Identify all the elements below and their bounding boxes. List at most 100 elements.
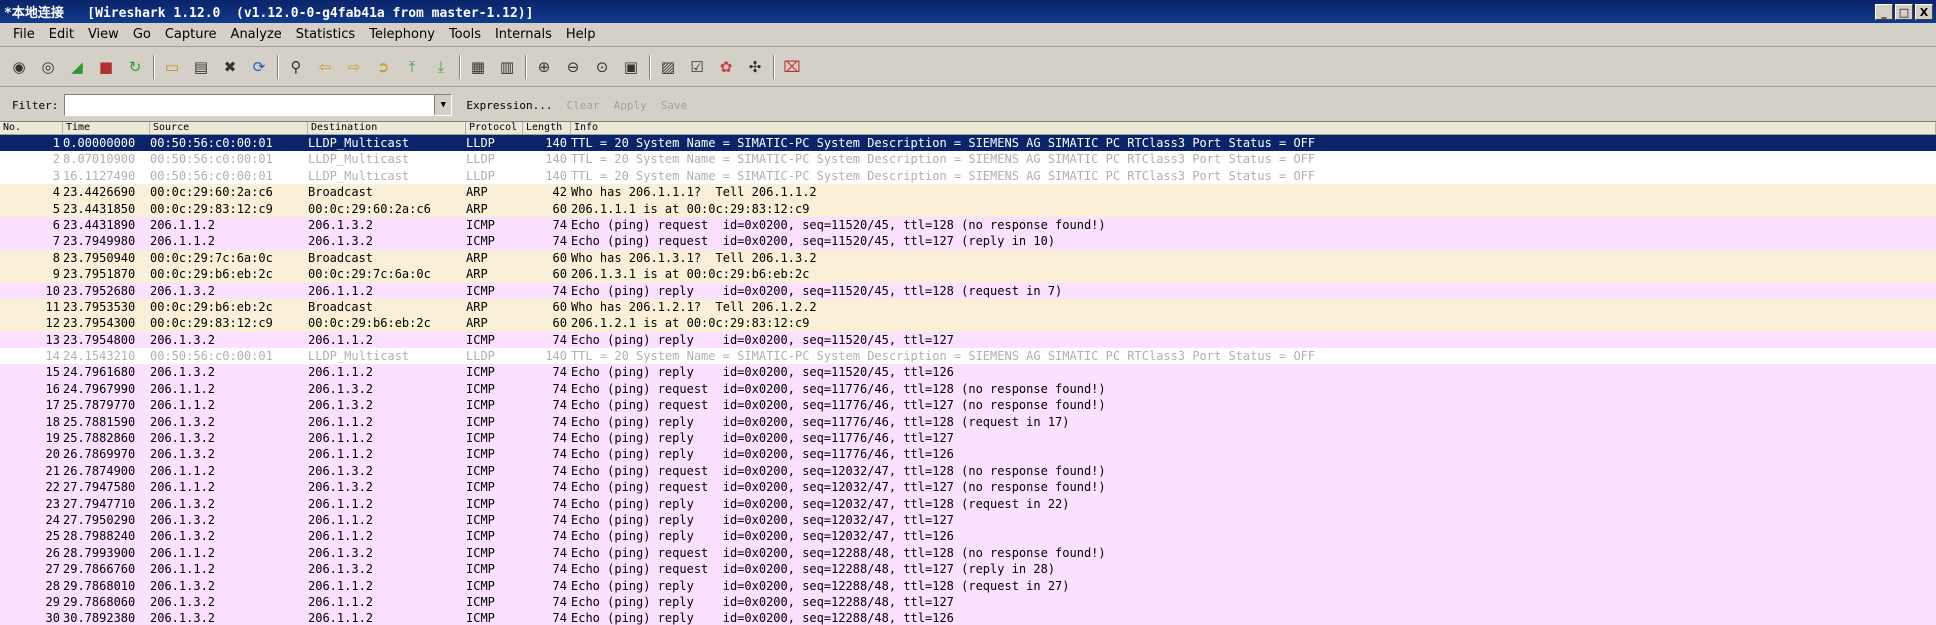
column-header-length[interactable]: Length [523, 122, 571, 134]
table-row[interactable]: 20 26.7869970 206.1.3.2 206.1.1.2 ICMP 74 Echo… [0, 446, 1936, 463]
colorize-icon[interactable]: ▦ [467, 56, 489, 78]
maximize-button[interactable]: □ [1895, 3, 1913, 20]
cell-time: 26.7869970 [63, 447, 136, 462]
table-row[interactable]: 26 28.7993900 206.1.1.2 206.1.3.2 ICMP 74 Echo… [0, 544, 1936, 562]
menu-internals[interactable]: Internals [488, 27, 559, 42]
menu-view[interactable]: View [81, 27, 126, 42]
autoscroll-icon[interactable]: ▥ [496, 56, 518, 78]
menu-statistics[interactable]: Statistics [289, 27, 362, 42]
save-filter-button[interactable]: Save [661, 99, 688, 112]
menu-edit[interactable]: Edit [42, 27, 81, 42]
table-row[interactable]: 28 29.7868010 206.1.3.2 206.1.1.2 ICMP 74 Echo… [0, 577, 1936, 594]
zoom-out-icon[interactable]: ⊖ [562, 56, 584, 78]
find-icon[interactable]: ⚲ [285, 56, 307, 78]
minimize-button[interactable]: _ [1875, 3, 1893, 20]
cell-time: 29.7866760 [63, 562, 136, 577]
table-row[interactable]: 16 24.7967990 206.1.1.2 206.1.3.2 ICMP 74 Echo… [0, 380, 1936, 398]
close-file-icon[interactable]: ✖ [219, 56, 241, 78]
cell-no: 15 [45, 365, 60, 380]
coloring-rules-icon[interactable]: ✿ [715, 56, 737, 78]
help-icon[interactable]: ⌧ [781, 56, 803, 78]
first-packet-icon[interactable]: ⤒ [401, 56, 423, 78]
table-row[interactable]: 22 27.7947580 206.1.1.2 206.1.3.2 ICMP 74 Echo… [0, 479, 1936, 496]
cell-info: Echo (ping) request id=0x0200, seq=12032… [571, 463, 1106, 478]
options-icon[interactable]: ◎ [37, 56, 59, 78]
menu-go[interactable]: Go [126, 27, 158, 42]
close-button[interactable]: X [1915, 3, 1933, 20]
normal-size-icon[interactable]: ⊙ [591, 56, 613, 78]
zoom-in-icon[interactable]: ⊕ [533, 56, 555, 78]
table-row[interactable]: 12 23.7954300 00:0c:29:83:12:c9 00:0c:29:b6… [0, 315, 1936, 332]
table-row[interactable]: 11 23.7953530 00:0c:29:b6:eb:2c Broadcast AR… [0, 298, 1936, 316]
table-row[interactable]: 29 29.7868060 206.1.3.2 206.1.1.2 ICMP 74 Echo… [0, 593, 1936, 611]
table-row[interactable]: 23 27.7947710 206.1.3.2 206.1.1.2 ICMP 74 Echo… [0, 495, 1936, 512]
start-capture-icon[interactable]: ◢ [66, 56, 88, 78]
table-row[interactable]: 30 30.7892380 206.1.3.2 206.1.1.2 ICMP 74 Echo… [0, 610, 1936, 625]
cell-time: 30.7892380 [63, 611, 136, 625]
column-header-time[interactable]: Time [63, 122, 150, 134]
menu-file[interactable]: File [6, 27, 42, 42]
table-row[interactable]: 7 23.7949980 206.1.1.2 206.1.3.2 ICMP 74 Echo … [0, 233, 1936, 250]
apply-button[interactable]: Apply [614, 99, 647, 112]
cell-no: 30 [45, 611, 60, 625]
save-file-icon[interactable]: ▤ [190, 56, 212, 78]
column-header-source[interactable]: Source [150, 122, 308, 134]
table-row[interactable]: 6 23.4431890 206.1.1.2 206.1.3.2 ICMP 74 Echo … [0, 216, 1936, 234]
column-header-destination[interactable]: Destination [308, 122, 466, 134]
column-header-protocol[interactable]: Protocol [466, 122, 523, 134]
table-row[interactable]: 25 28.7988240 206.1.3.2 206.1.1.2 ICMP 74 Echo… [0, 528, 1936, 545]
reload-icon[interactable]: ⟳ [248, 56, 270, 78]
table-row[interactable]: 13 23.7954800 206.1.3.2 206.1.1.2 ICMP 74 Echo… [0, 331, 1936, 349]
cell-no: 26 [45, 545, 60, 560]
cell-protocol: LLDP [466, 136, 495, 150]
table-row[interactable]: 3 16.1127490 00:50:56:c0:00:01 LLDP_Multica… [0, 167, 1936, 185]
cell-info: Echo (ping) reply id=0x0200, seq=11520/4… [571, 283, 1063, 298]
table-row[interactable]: 1 0.00000000 00:50:56:c0:00:01 LLDP_Multica… [0, 135, 1936, 152]
chevron-down-icon[interactable]: ▼ [434, 95, 452, 115]
interfaces-icon[interactable]: ◉ [8, 56, 30, 78]
filter-combobox[interactable]: ▼ [64, 94, 453, 116]
stop-capture-icon[interactable]: ■ [95, 56, 117, 78]
menu-capture[interactable]: Capture [158, 27, 224, 42]
go-back-icon[interactable]: ⇦ [314, 56, 336, 78]
cell-destination: 206.1.3.2 [308, 234, 374, 249]
table-row[interactable]: 8 23.7950940 00:0c:29:7c:6a:0c Broadcast ARP… [0, 249, 1936, 267]
table-row[interactable]: 27 29.7866760 206.1.1.2 206.1.3.2 ICMP 74 Echo… [0, 561, 1936, 578]
cell-destination: 206.1.1.2 [308, 414, 374, 429]
column-header-info[interactable]: Info [571, 122, 1936, 134]
menu-telephony[interactable]: Telephony [362, 27, 442, 42]
display-filters-icon[interactable]: ☑ [686, 56, 708, 78]
table-row[interactable]: 14 24.1543210 00:50:56:c0:00:01 LLDP_Multic… [0, 348, 1936, 365]
table-row[interactable]: 18 25.7881590 206.1.3.2 206.1.1.2 ICMP 74 Echo… [0, 413, 1936, 431]
packet-list[interactable]: No. Time Source Destination Protocol Len… [0, 121, 1936, 625]
cell-no: 6 [52, 217, 60, 232]
open-file-icon[interactable]: ▭ [161, 56, 183, 78]
last-packet-icon[interactable]: ⤓ [430, 56, 452, 78]
cell-destination: LLDP_Multicast [308, 349, 410, 364]
menu-help[interactable]: Help [559, 27, 603, 42]
column-header-no[interactable]: No. [0, 122, 63, 134]
go-forward-icon[interactable]: ⇨ [343, 56, 365, 78]
menu-analyze[interactable]: Analyze [224, 27, 289, 42]
table-row[interactable]: 15 24.7961680 206.1.3.2 206.1.1.2 ICMP 74 Echo… [0, 364, 1936, 381]
restart-capture-icon[interactable]: ↻ [124, 56, 146, 78]
table-row[interactable]: 21 26.7874900 206.1.1.2 206.1.3.2 ICMP 74 Echo… [0, 462, 1936, 480]
resize-columns-icon[interactable]: ▣ [620, 56, 642, 78]
table-row[interactable]: 9 23.7951870 00:0c:29:b6:eb:2c 00:0c:29:7c:… [0, 266, 1936, 283]
cell-length: 74 [552, 381, 567, 396]
filter-input[interactable] [65, 95, 435, 115]
clear-button[interactable]: Clear [566, 99, 599, 112]
menu-tools[interactable]: Tools [442, 27, 488, 42]
table-row[interactable]: 2 8.07010900 00:50:56:c0:00:01 LLDP_Multica… [0, 151, 1936, 168]
go-to-packet-icon[interactable]: ➲ [372, 56, 394, 78]
cell-time: 28.7988240 [63, 529, 136, 544]
preferences-icon[interactable]: ✣ [744, 56, 766, 78]
table-row[interactable]: 4 23.4426690 00:0c:29:60:2a:c6 Broadcast ARP… [0, 184, 1936, 201]
table-row[interactable]: 24 27.7950290 206.1.3.2 206.1.1.2 ICMP 74 Echo… [0, 511, 1936, 529]
table-row[interactable]: 10 23.7952680 206.1.3.2 206.1.1.2 ICMP 74 Echo… [0, 282, 1936, 299]
capture-filters-icon[interactable]: ▨ [657, 56, 679, 78]
table-row[interactable]: 5 23.4431850 00:0c:29:83:12:c9 00:0c:29:60:… [0, 200, 1936, 217]
expression-button[interactable]: Expression... [466, 99, 552, 112]
table-row[interactable]: 19 25.7882860 206.1.3.2 206.1.1.2 ICMP 74 Echo… [0, 430, 1936, 447]
table-row[interactable]: 17 25.7879770 206.1.1.2 206.1.3.2 ICMP 74 Echo… [0, 397, 1936, 414]
